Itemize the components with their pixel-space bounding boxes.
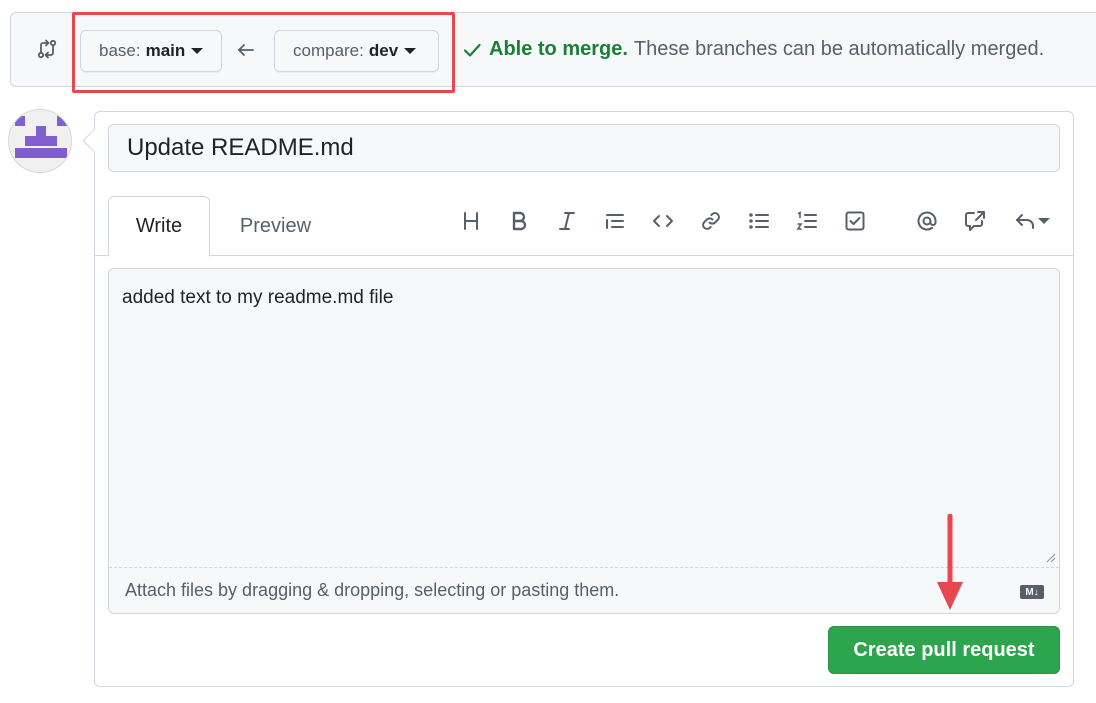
- quote-icon[interactable]: [602, 208, 628, 234]
- bold-icon[interactable]: [506, 208, 532, 234]
- comment-body-textarea[interactable]: added text to my readme.md file Attach f…: [108, 268, 1060, 614]
- caret-down-icon: [191, 48, 204, 54]
- resize-handle-icon[interactable]: [1046, 553, 1056, 563]
- attach-files-hint: Attach files by dragging & dropping, sel…: [125, 580, 620, 600]
- comment-body-text: added text to my readme.md file: [122, 287, 394, 308]
- compare-branch-dropdown[interactable]: compare: dev: [274, 30, 439, 72]
- attach-files-area[interactable]: Attach files by dragging & dropping, sel…: [109, 567, 1059, 613]
- branch-compare-bar: base: main compare: dev Able to merge. T…: [10, 12, 1096, 87]
- check-icon: [463, 43, 481, 57]
- reference-icon[interactable]: [962, 208, 988, 234]
- saved-replies-icon[interactable]: [1010, 208, 1054, 234]
- code-icon[interactable]: [650, 208, 676, 234]
- task-list-icon[interactable]: [842, 208, 868, 234]
- create-pull-request-button[interactable]: Create pull request: [828, 626, 1060, 674]
- merge-description: These branches can be automatically merg…: [633, 38, 1045, 60]
- merge-ok-label: Able to merge.: [489, 38, 628, 60]
- identicon-icon: [9, 110, 71, 172]
- caret-down-icon: [404, 48, 417, 54]
- pull-request-form: Write Preview: [94, 111, 1074, 687]
- compare-branch-prefix: compare:: [293, 41, 364, 60]
- link-icon[interactable]: [698, 208, 724, 234]
- caret-down-icon: [1038, 218, 1050, 224]
- bulleted-list-icon[interactable]: [746, 208, 772, 234]
- markdown-icon[interactable]: M↓: [1020, 585, 1044, 599]
- base-branch-dropdown[interactable]: base: main: [80, 30, 222, 72]
- merge-status: Able to merge. These branches can be aut…: [461, 38, 1044, 61]
- git-compare-icon: [37, 39, 57, 59]
- base-branch-name: main: [145, 41, 186, 60]
- base-branch-prefix: base:: [99, 41, 141, 60]
- heading-icon[interactable]: [458, 208, 484, 234]
- numbered-list-icon[interactable]: [794, 208, 820, 234]
- arrow-left-icon: [238, 44, 254, 56]
- mention-icon[interactable]: [914, 208, 940, 234]
- compare-branch-name: dev: [368, 41, 399, 60]
- pr-title-input[interactable]: [108, 124, 1060, 172]
- avatar: [8, 109, 72, 173]
- editor-tabs: Write Preview: [95, 196, 1073, 257]
- italic-icon[interactable]: [554, 208, 580, 234]
- markdown-toolbar: [95, 208, 1073, 234]
